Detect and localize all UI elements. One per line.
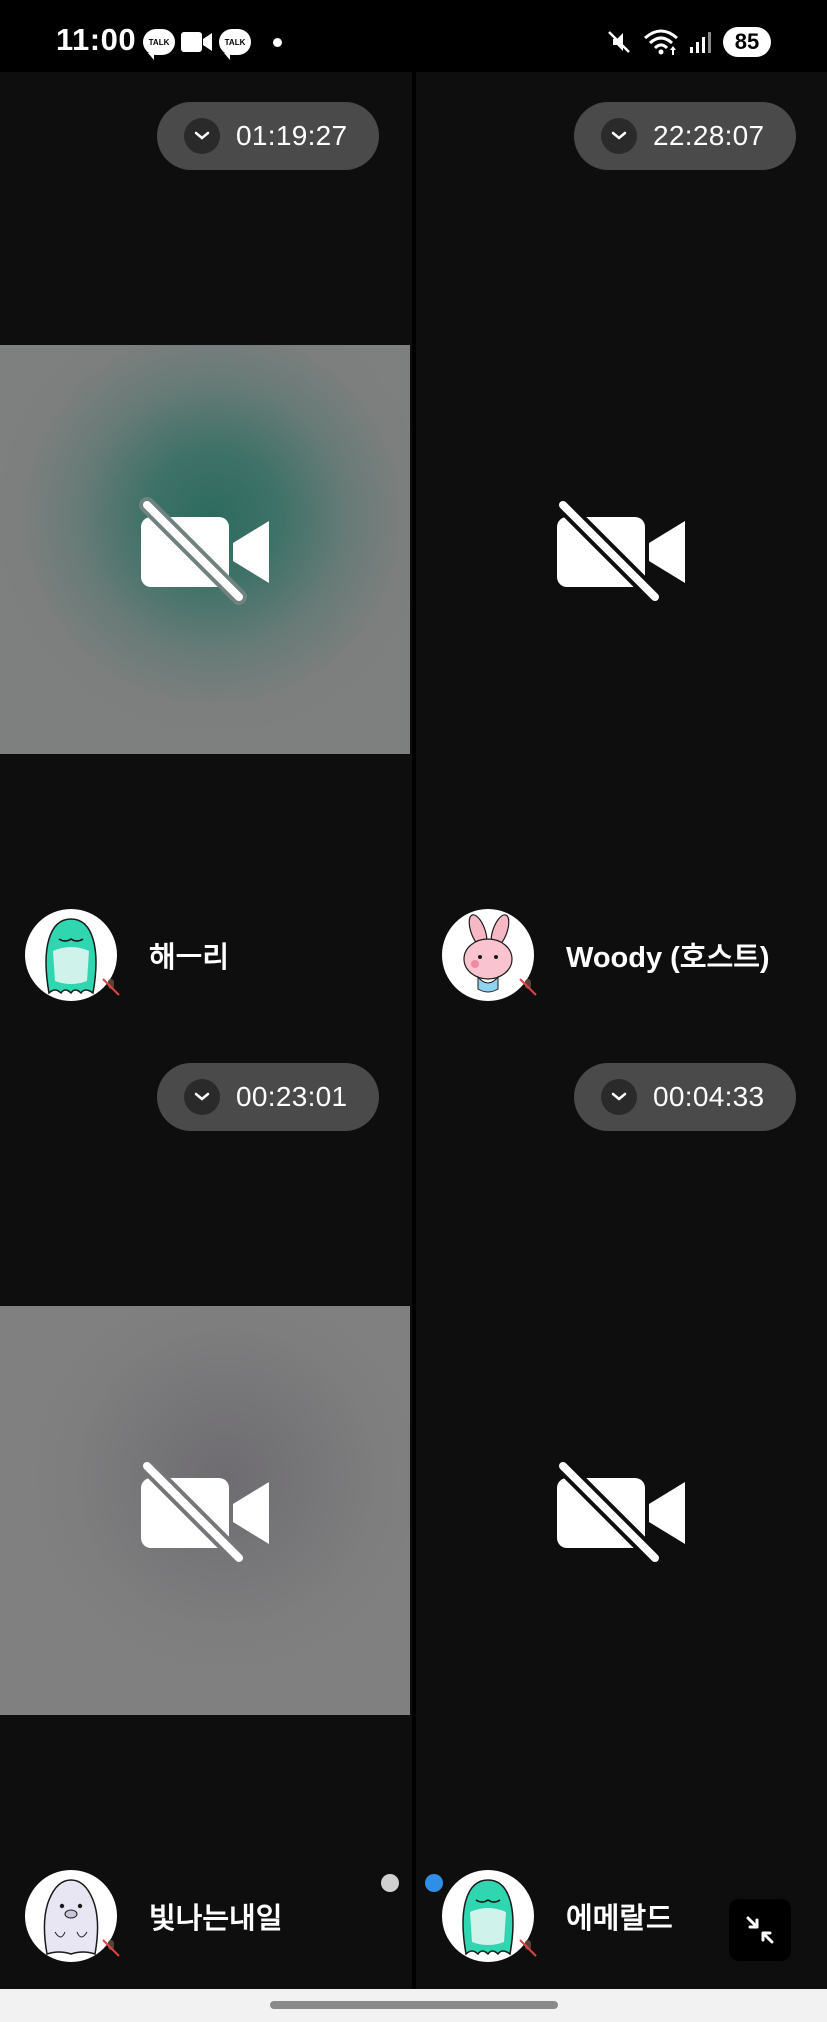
chevron-down-icon: [601, 1079, 637, 1115]
mic-off-icon: [102, 1939, 120, 1957]
participant-tile[interactable]: 22:28:07 Woody (호스트): [416, 72, 827, 1033]
avatar[interactable]: [442, 909, 537, 1001]
participant-name: Woody (호스트): [566, 942, 770, 974]
notification-icons: TALK TALK: [143, 29, 282, 60]
grid-divider: [412, 72, 416, 1989]
video-feed: [0, 345, 410, 754]
chevron-down-icon: [601, 118, 637, 154]
timer-text: 00:04:33: [653, 1081, 765, 1112]
timer-pill[interactable]: 22:28:07: [574, 102, 796, 170]
dot-icon: [273, 37, 282, 47]
status-time: 11:00: [56, 22, 137, 57]
mic-off-icon: [102, 978, 120, 996]
kakaotalk-icon: TALK: [219, 29, 251, 60]
participant-info: 해ㅡ리: [25, 909, 229, 1001]
participant-name: 에메랄드: [566, 1903, 673, 1935]
navigation-bar: [0, 1989, 827, 2022]
camera-off-icon: [555, 1457, 685, 1566]
video-feed: [0, 1306, 410, 1715]
timer-pill[interactable]: 01:19:27: [157, 102, 379, 170]
participant-info: 에메랄드: [442, 1870, 673, 1962]
video-feed: [416, 345, 826, 754]
mic-off-icon: [519, 978, 537, 996]
chevron-down-icon: [184, 1079, 220, 1115]
participant-tile[interactable]: 00:04:33 에메랄드: [416, 1033, 827, 1994]
video-feed: [416, 1306, 826, 1715]
avatar[interactable]: [442, 1870, 537, 1962]
wifi-icon: [644, 29, 678, 55]
timer-pill[interactable]: 00:23:01: [157, 1063, 379, 1131]
video-camera-icon: [181, 32, 212, 52]
avatar[interactable]: [25, 1870, 120, 1962]
mute-icon: [608, 31, 630, 53]
page-indicator[interactable]: [381, 1874, 443, 1892]
participant-tile[interactable]: 00:23:01 빛나는내일: [0, 1033, 410, 1994]
battery-icon: 85: [723, 27, 771, 57]
timer-text: 00:23:01: [236, 1081, 348, 1112]
minimize-icon: [746, 1916, 774, 1944]
minimize-button[interactable]: [729, 1899, 791, 1961]
chevron-down-icon: [184, 118, 220, 154]
page-dot-2[interactable]: [425, 1874, 443, 1892]
timer-text: 01:19:27: [236, 120, 348, 151]
camera-off-icon: [139, 496, 269, 605]
camera-off-icon: [139, 1457, 269, 1566]
kakaotalk-icon: TALK: [143, 29, 175, 60]
system-icons: 85: [605, 27, 771, 57]
home-indicator[interactable]: [270, 2001, 558, 2009]
participant-name: 해ㅡ리: [149, 942, 230, 974]
timer-pill[interactable]: 00:04:33: [574, 1063, 796, 1131]
avatar[interactable]: [25, 909, 120, 1001]
signal-icon: [690, 32, 711, 53]
participant-info: Woody (호스트): [442, 909, 770, 1001]
mic-off-icon: [519, 1939, 537, 1957]
camera-off-icon: [555, 496, 685, 605]
timer-text: 22:28:07: [653, 120, 765, 151]
participant-info: 빛나는내일: [25, 1870, 282, 1962]
status-bar: 11:00 TALK TALK 85: [0, 0, 827, 72]
page-dot-1[interactable]: [381, 1874, 399, 1892]
participant-name: 빛나는내일: [149, 1903, 283, 1935]
participant-tile[interactable]: 01:19:27 해ㅡ리: [0, 72, 410, 1033]
